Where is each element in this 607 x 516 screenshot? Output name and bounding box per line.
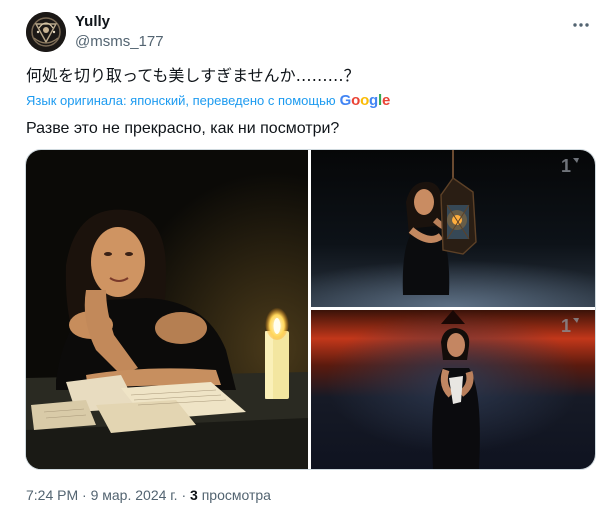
channel-one-watermark: 1 — [561, 316, 571, 336]
views-label: просмотра — [197, 487, 271, 503]
translation-notice[interactable]: Язык оригинала: японский, переведено с п… — [26, 93, 390, 109]
avatar[interactable] — [26, 12, 66, 52]
channel-one-watermark: 1 — [561, 156, 571, 176]
tweet: Yully @msms_177 何処を切り取っても美しすぎませんか………？ Яз… — [0, 0, 607, 516]
tweet-timestamp-link[interactable]: 7:24 PM · 9 мар. 2024 г. — [26, 487, 178, 503]
more-options-button[interactable] — [570, 14, 592, 36]
tweet-date: 9 мар. 2024 г. — [90, 487, 178, 503]
photo-woman-holding-lantern[interactable]: 1 — [311, 150, 595, 307]
tweet-translated-text: Разве это не прекрасно, как ни посмотри? — [26, 120, 340, 137]
tweet-meta: 7:24 PM · 9 мар. 2024 г. · 3 просмотра — [26, 487, 271, 503]
media-grid: 1 1 — [25, 149, 596, 470]
google-logo: Google — [339, 92, 391, 109]
tweet-original-text: 何処を切り取っても美しすぎませんか………？ — [26, 66, 360, 85]
avatar-image — [26, 12, 66, 52]
meta-separator: · — [78, 487, 91, 503]
author-display-name[interactable]: Yully — [75, 13, 110, 31]
tweet-time: 7:24 PM — [26, 487, 79, 503]
photo-woman-at-desk-with-candle[interactable] — [26, 150, 308, 469]
author-handle[interactable]: @msms_177 — [75, 33, 164, 51]
views-count: 3 — [190, 487, 198, 503]
photo-woman-on-stage-red-sky[interactable]: 1 — [311, 310, 595, 469]
translation-notice-text: Язык оригинала: японский, переведено с п… — [26, 93, 336, 108]
more-dots-icon — [573, 23, 589, 27]
